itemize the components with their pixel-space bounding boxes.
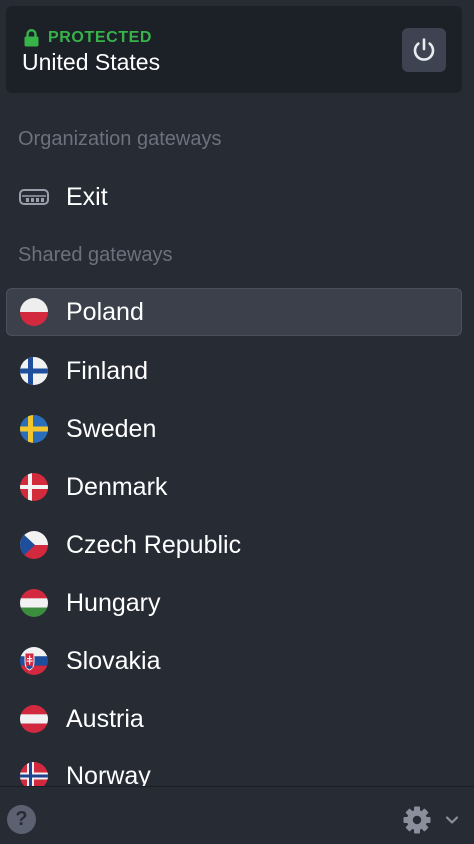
chevron-down-icon <box>445 816 459 824</box>
gateway-label: Sweden <box>66 415 157 443</box>
app-window: PROTECTED United States Organization gat… <box>0 0 474 844</box>
status-label: PROTECTED <box>48 29 153 46</box>
gateway-row-denmark[interactable]: Denmark <box>6 463 462 511</box>
gateway-label: Denmark <box>66 473 168 501</box>
gateway-row-austria[interactable]: Austria <box>6 695 462 743</box>
gateway-row-sweden[interactable]: Sweden <box>6 405 462 453</box>
help-icon[interactable]: ? <box>7 805 36 834</box>
location-title: United States <box>22 49 161 75</box>
gateway-row-poland[interactable]: Poland <box>6 288 462 336</box>
power-button[interactable] <box>402 28 446 72</box>
gateway-row-hungary[interactable]: Hungary <box>6 579 462 627</box>
gateway-row-czech-republic[interactable]: Czech Republic <box>6 521 462 569</box>
gateway-row-slovakia[interactable]: Slovakia <box>6 637 462 685</box>
flag-austria-icon <box>20 705 48 733</box>
gateway-label: Norway <box>66 762 151 786</box>
organization-gateways-header: Organization gateways <box>18 128 222 150</box>
flag-sweden-icon <box>20 415 48 443</box>
gateway-label: Finland <box>66 357 148 385</box>
gateway-label: Slovakia <box>66 647 161 675</box>
flag-norway-icon <box>20 762 48 786</box>
footer-bar: ? <box>0 786 474 844</box>
gateway-row-norway[interactable]: Norway <box>6 752 462 786</box>
flag-czech-icon <box>20 531 48 559</box>
gateway-label: Czech Republic <box>66 531 242 559</box>
server-icon <box>19 189 49 205</box>
settings-menu-button[interactable] <box>402 805 464 835</box>
shared-gateways-header: Shared gateways <box>18 244 173 266</box>
flag-slovakia-icon <box>20 647 48 675</box>
gateway-label: Hungary <box>66 589 161 617</box>
gateway-row-finland[interactable]: Finland <box>6 347 462 395</box>
gateway-label: Poland <box>66 298 144 326</box>
gear-icon <box>403 806 431 834</box>
connection-status-card: PROTECTED United States <box>6 6 462 93</box>
flag-finland-icon <box>20 357 48 385</box>
gateway-label: Austria <box>66 705 144 733</box>
gateway-label: Exit <box>66 183 108 211</box>
lock-icon <box>24 29 39 47</box>
flag-hungary-icon <box>20 589 48 617</box>
power-icon <box>413 38 435 61</box>
gateway-row-exit[interactable]: Exit <box>6 173 462 221</box>
flag-poland-icon <box>20 298 48 326</box>
gateway-list: PROTECTED United States Organization gat… <box>0 0 474 786</box>
flag-denmark-icon <box>20 473 48 501</box>
